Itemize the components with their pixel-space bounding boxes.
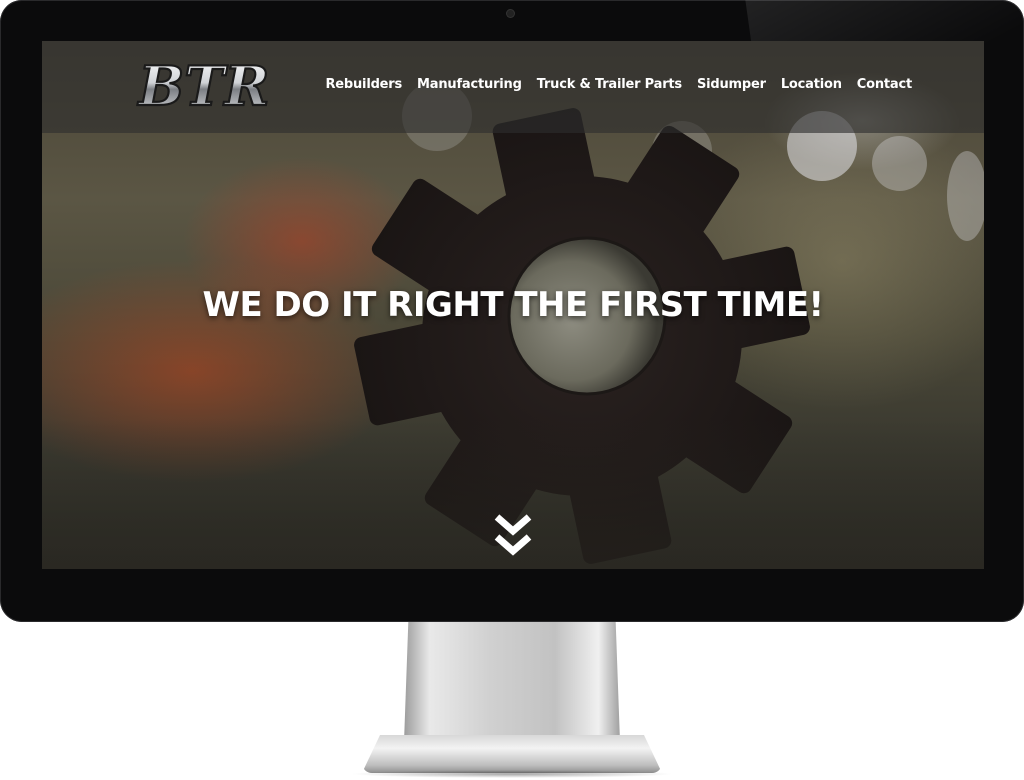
bokeh-light bbox=[947, 151, 984, 241]
nav-contact[interactable]: Contact bbox=[857, 77, 912, 92]
webcam bbox=[507, 10, 514, 17]
logo-text: BTR bbox=[137, 55, 270, 117]
nav-location[interactable]: Location bbox=[781, 77, 842, 92]
monitor-stand-base bbox=[362, 735, 662, 773]
hero-headline: WE DO IT RIGHT THE FIRST TIME! bbox=[202, 285, 824, 325]
btr-logo[interactable]: BTR bbox=[118, 55, 288, 117]
website-screen: BTR Rebuilders Manufacturing Truck & Tra… bbox=[42, 41, 984, 569]
double-chevron-down-icon[interactable] bbox=[491, 511, 535, 559]
main-nav: Rebuilders Manufacturing Truck & Trailer… bbox=[325, 77, 912, 92]
site-header: BTR Rebuilders Manufacturing Truck & Tra… bbox=[42, 41, 984, 133]
nav-sidumper[interactable]: Sidumper bbox=[697, 77, 766, 92]
nav-manufacturing[interactable]: Manufacturing bbox=[417, 77, 522, 92]
monitor-frame: BTR Rebuilders Manufacturing Truck & Tra… bbox=[0, 0, 1024, 622]
nav-truck-trailer-parts[interactable]: Truck & Trailer Parts bbox=[537, 77, 682, 92]
stand-shadow bbox=[350, 770, 674, 778]
bokeh-light bbox=[872, 136, 927, 191]
nav-rebuilders[interactable]: Rebuilders bbox=[325, 77, 402, 92]
monitor-stand-neck bbox=[404, 622, 620, 742]
